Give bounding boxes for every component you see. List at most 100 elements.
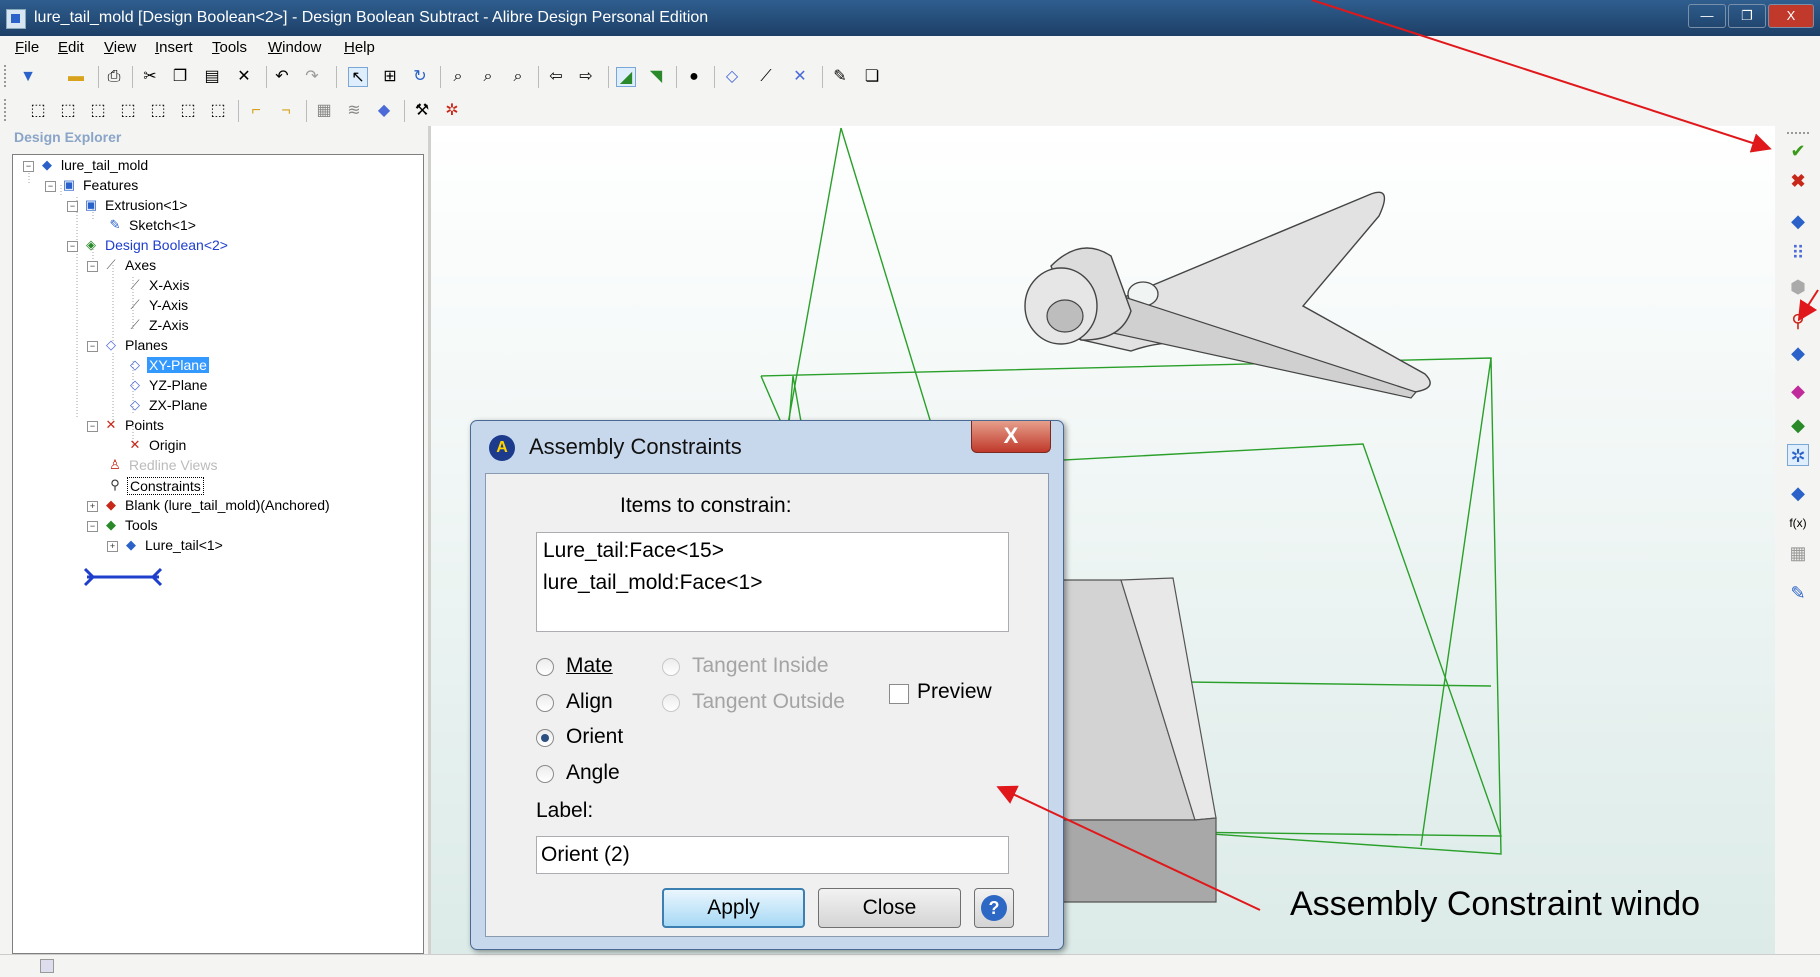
point-icon: ✕ xyxy=(105,417,117,432)
pattern-grid-icon[interactable]: ⠿ xyxy=(1787,242,1809,264)
label-caption: Label: xyxy=(536,799,594,822)
menu-edit[interactable]: Edit xyxy=(58,39,84,56)
point-tool-icon[interactable]: ✕ xyxy=(790,67,810,87)
open-folder-icon[interactable]: ▬ xyxy=(66,67,86,87)
menu-tools[interactable]: Tools xyxy=(212,39,247,56)
plane-icon: ◇ xyxy=(130,397,140,412)
menu-file[interactable]: File xyxy=(15,39,39,56)
sketch-mode-icon[interactable]: ◢ xyxy=(616,67,636,87)
menu-window[interactable]: Window xyxy=(268,39,321,56)
tangent-inside-radio[interactable] xyxy=(662,658,680,676)
revolve-boss-icon[interactable]: ⬚ xyxy=(58,101,78,121)
point-icon: ✕ xyxy=(129,437,141,452)
cut-icon[interactable]: ✂ xyxy=(140,67,160,87)
constraint-icon[interactable]: ⚲ xyxy=(1787,310,1809,332)
cancel-icon[interactable]: ✖ xyxy=(1787,170,1809,192)
next-view-icon[interactable]: ⇨ xyxy=(576,67,596,87)
paste-icon[interactable]: ▤ xyxy=(202,67,222,87)
maximize-button[interactable]: ❐ xyxy=(1728,4,1766,28)
replace-part-icon[interactable]: ◆ xyxy=(1787,414,1809,436)
check-icon[interactable]: ✔ xyxy=(1787,140,1809,162)
extrude-boss-icon[interactable]: ⬚ xyxy=(28,101,48,121)
mirror-icon[interactable]: ⚒ xyxy=(412,101,432,121)
app-icon[interactable] xyxy=(6,9,26,29)
plane-tool-icon[interactable]: ◇ xyxy=(722,67,742,87)
exit-sketch-icon[interactable]: ◥ xyxy=(646,67,666,87)
sweep-cut-icon[interactable]: ⬚ xyxy=(208,101,228,121)
menu-insert[interactable]: Insert xyxy=(155,39,193,56)
delete-icon[interactable]: ✕ xyxy=(234,67,254,87)
zoom-window-icon[interactable]: ⌕ xyxy=(478,67,498,87)
rollback-bar-icon[interactable] xyxy=(81,565,165,589)
menu-view[interactable]: View xyxy=(104,39,136,56)
help-button[interactable]: ? xyxy=(974,888,1014,928)
label-input[interactable]: Orient (2) xyxy=(536,836,1009,874)
close-button[interactable]: Close xyxy=(818,888,961,928)
suppress-icon[interactable]: ⬢ xyxy=(1787,276,1809,298)
extrude-cut-icon[interactable]: ⬚ xyxy=(148,101,168,121)
copy-icon[interactable]: ❐ xyxy=(170,67,190,87)
move-part-icon[interactable]: ◆ xyxy=(1787,342,1809,364)
zoom-icon[interactable]: ⌕ xyxy=(448,67,468,87)
insert-part-icon[interactable]: ◆ xyxy=(1787,210,1809,232)
edit-icon[interactable]: ✎ xyxy=(1787,582,1809,604)
tangent-outside-radio[interactable] xyxy=(662,694,680,712)
menu-help[interactable]: Help xyxy=(344,39,375,56)
revolve-cut-icon[interactable]: ⬚ xyxy=(178,101,198,121)
minimize-button[interactable]: — xyxy=(1688,4,1726,28)
tools-icon: ◆ xyxy=(106,517,116,532)
close-window-button[interactable]: X xyxy=(1768,4,1814,28)
zoom-box-icon[interactable]: ⊞ xyxy=(380,67,400,87)
preview-label: Preview xyxy=(917,680,992,703)
equation-icon[interactable]: f(x) xyxy=(1787,512,1809,534)
align-radio[interactable] xyxy=(536,694,554,712)
chamfer-icon[interactable]: ¬ xyxy=(276,101,296,121)
undo-icon[interactable]: ↶ xyxy=(272,67,292,87)
sweep-boss-icon[interactable]: ⬚ xyxy=(88,101,108,121)
angle-radio[interactable] xyxy=(536,765,554,783)
boolean-icon[interactable]: ✲ xyxy=(442,101,462,121)
orient-radio[interactable] xyxy=(536,729,554,747)
table-icon[interactable]: ▦ xyxy=(1787,542,1809,564)
new-icon[interactable]: ▼ xyxy=(18,67,38,87)
list-item[interactable]: lure_tail_mold:Face<1> xyxy=(543,571,762,595)
fillet-icon[interactable]: ⌐ xyxy=(246,101,266,121)
boolean-icon: ◈ xyxy=(86,237,96,252)
dialog-body: Items to constrain: Lure_tail:Face<15> l… xyxy=(485,473,1049,937)
list-item[interactable]: Lure_tail:Face<15> xyxy=(543,539,724,563)
mate-radio[interactable] xyxy=(536,658,554,676)
orient-label: Orient xyxy=(566,725,624,748)
properties-icon[interactable]: ❏ xyxy=(862,67,882,87)
assembly-constraint-icon[interactable]: ✲ xyxy=(1787,444,1809,466)
select-pointer-icon[interactable]: ↖ xyxy=(348,67,368,87)
render-icon[interactable]: ● xyxy=(684,67,704,87)
dialog-close-button[interactable]: X xyxy=(971,421,1051,453)
sketch-icon: ✎ xyxy=(109,217,121,232)
analyze-icon[interactable]: ◆ xyxy=(1787,482,1809,504)
tangent-outside-label: Tangent Outside xyxy=(692,690,845,713)
standard-toolbar: ▼ ▬ ⎙ ✂ ❐ ▤ ✕ ↶ ↷ ↖ ⊞ ↻ ⌕ ⌕ ⌕ ⇦ ⇨ ◢ ◥ ● … xyxy=(0,60,1820,94)
redo-icon[interactable]: ↷ xyxy=(302,67,322,87)
feature-tree: − ◆ lure_tail_mold − ▣ Features − ▣ Extr… xyxy=(12,154,424,954)
measure-icon[interactable]: ✎ xyxy=(830,67,850,87)
constraint-icon: ⚲ xyxy=(110,477,120,492)
zoom-fit-icon[interactable]: ⌕ xyxy=(508,67,528,87)
axis-tool-icon[interactable]: ⟋ xyxy=(756,67,776,87)
constraint-toolbar: ✔ ✖ ◆ ⠿ ⬢ ⚲ ◆ ◆ ◆ ✲ ◆ f(x) ▦ ✎ xyxy=(1775,126,1820,954)
tree-lines xyxy=(28,173,134,445)
plane-icon: ◇ xyxy=(106,337,116,352)
print-icon[interactable]: ⎙ xyxy=(104,67,124,87)
preview-checkbox[interactable] xyxy=(889,684,909,704)
feature-toolbar: ⬚ ⬚ ⬚ ⬚ ⬚ ⬚ ⬚ ⌐ ¬ ▦ ≋ ◆ ⚒ ✲ xyxy=(0,94,1820,128)
draft-icon[interactable]: ≋ xyxy=(344,101,364,121)
part-icon: ◆ xyxy=(42,157,52,172)
previous-view-icon[interactable]: ⇦ xyxy=(546,67,566,87)
items-to-constrain-list[interactable]: Lure_tail:Face<15> lure_tail_mold:Face<1… xyxy=(536,532,1009,632)
loft-boss-icon[interactable]: ⬚ xyxy=(118,101,138,121)
axis-icon: ⟋ xyxy=(130,297,140,312)
rotate-part-icon[interactable]: ◆ xyxy=(1787,380,1809,402)
pattern-icon[interactable]: ◆ xyxy=(374,101,394,121)
shell-icon[interactable]: ▦ xyxy=(314,101,334,121)
rotate-icon[interactable]: ↻ xyxy=(410,67,430,87)
apply-button[interactable]: Apply xyxy=(662,888,805,928)
